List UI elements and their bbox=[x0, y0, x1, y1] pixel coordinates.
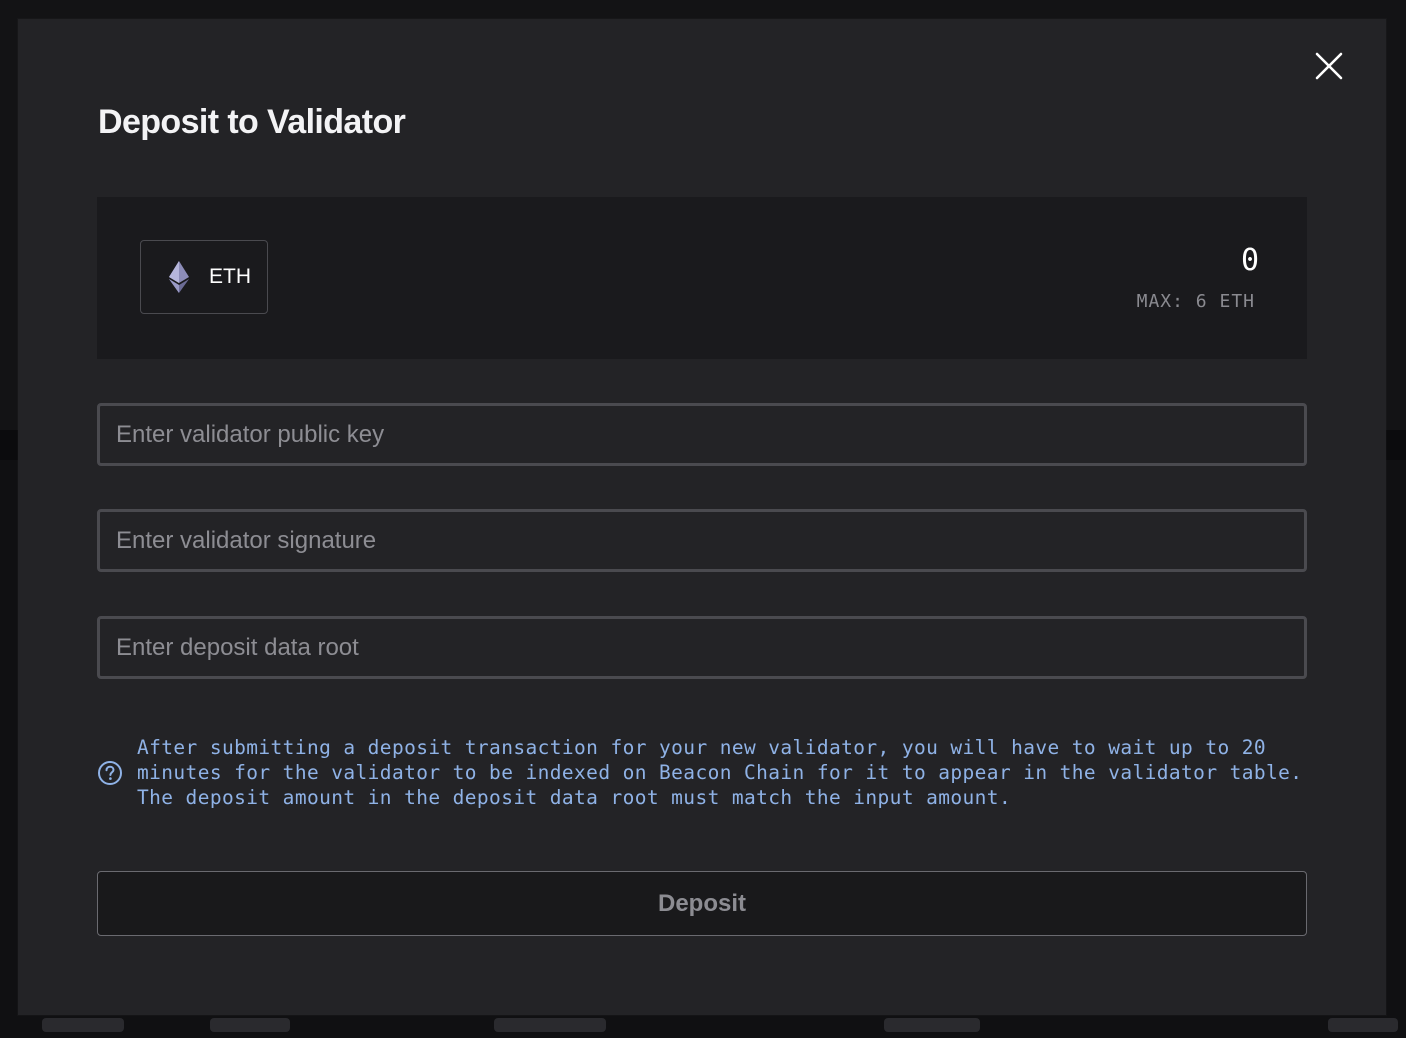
token-selector[interactable]: ETH bbox=[140, 240, 268, 314]
notice-text: After submitting a deposit transaction f… bbox=[137, 736, 1303, 809]
backdrop-blurred-text bbox=[494, 1018, 606, 1032]
backdrop-blurred-text bbox=[884, 1018, 980, 1032]
close-icon bbox=[1315, 52, 1343, 80]
close-button[interactable] bbox=[1314, 51, 1344, 81]
backdrop-blurred-text bbox=[1328, 1018, 1398, 1032]
amount-input[interactable] bbox=[859, 243, 1259, 278]
max-amount-label[interactable]: MAX: 6 ETH bbox=[1137, 291, 1255, 312]
ethereum-icon bbox=[169, 261, 189, 293]
validator-public-key-input[interactable] bbox=[97, 403, 1307, 466]
amount-panel: ETH MAX: 6 ETH bbox=[97, 197, 1307, 359]
token-label: ETH bbox=[209, 265, 251, 288]
validator-signature-input[interactable] bbox=[97, 509, 1307, 572]
help-circle-icon bbox=[98, 760, 122, 785]
deposit-notice: After submitting a deposit transaction f… bbox=[97, 735, 1317, 810]
deposit-button[interactable]: Deposit bbox=[97, 871, 1307, 936]
backdrop-blurred-text bbox=[42, 1018, 124, 1032]
deposit-modal: Deposit to Validator ETH MAX: 6 ETH Afte… bbox=[18, 19, 1386, 1015]
modal-title: Deposit to Validator bbox=[98, 103, 406, 141]
deposit-data-root-input[interactable] bbox=[97, 616, 1307, 679]
backdrop-blurred-text bbox=[210, 1018, 290, 1032]
